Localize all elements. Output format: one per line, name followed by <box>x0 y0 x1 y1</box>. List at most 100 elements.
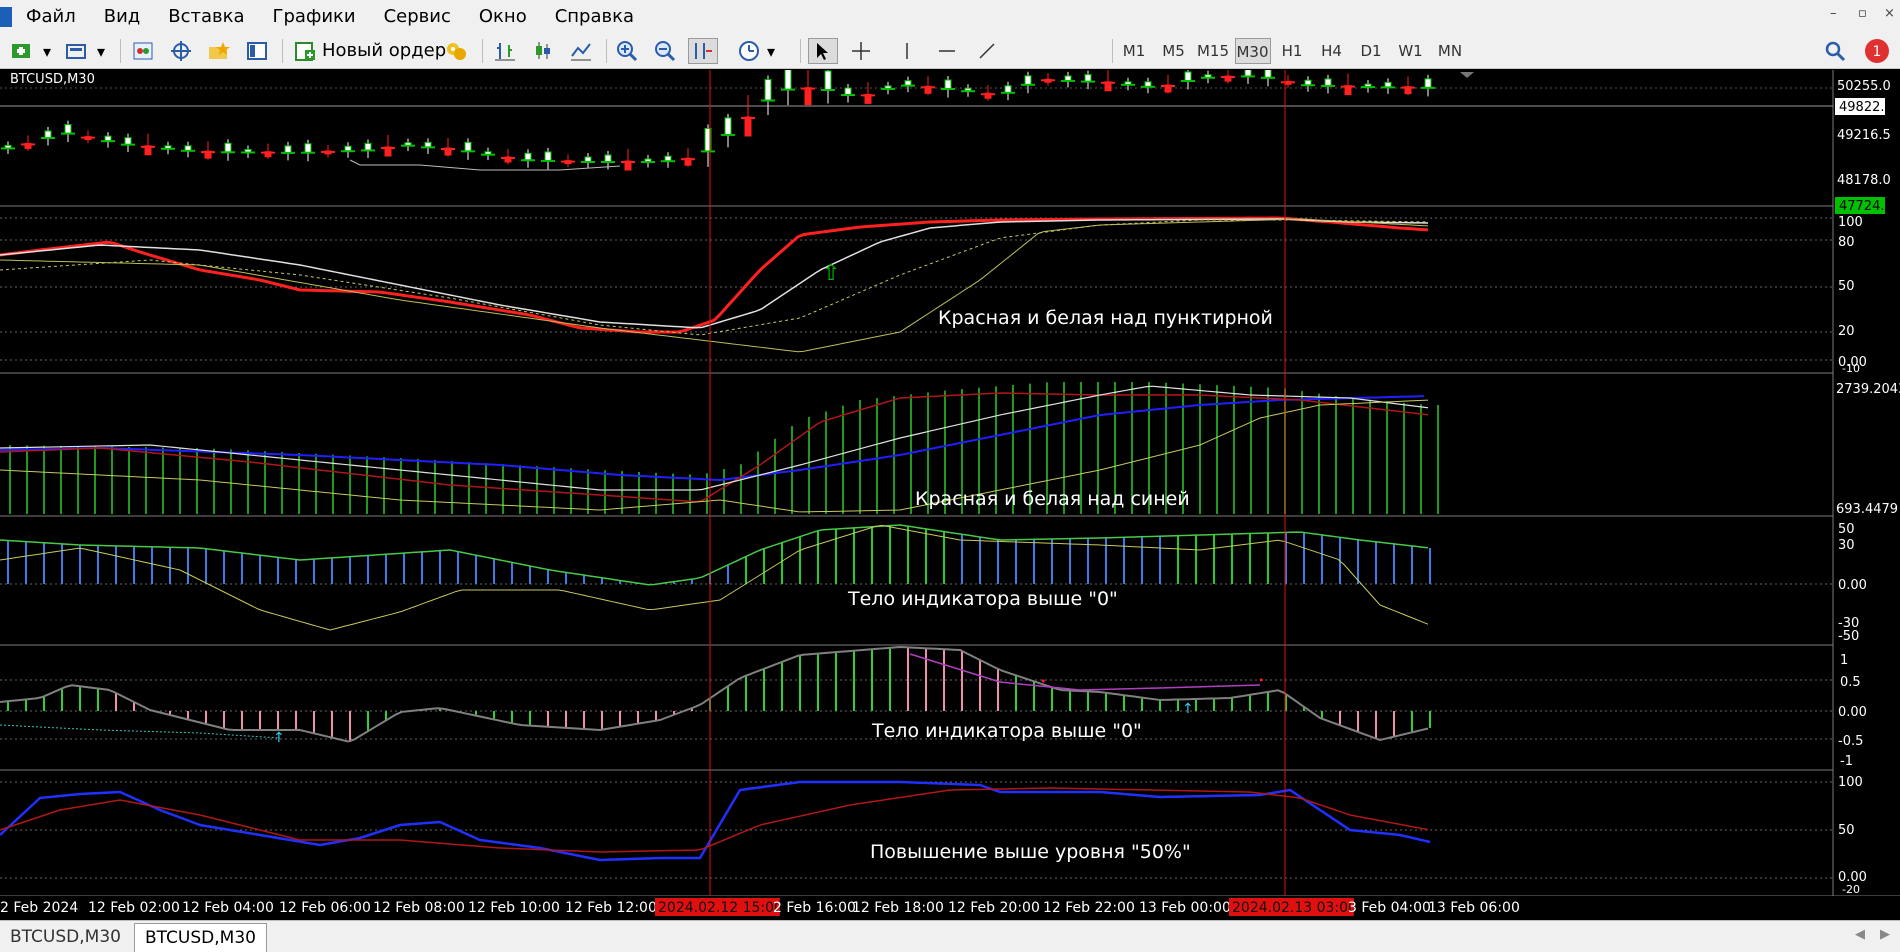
price-label: 48178.0 <box>1837 173 1891 188</box>
time-label: 2 Feb 2024 <box>0 900 78 916</box>
close-button[interactable]: × <box>1884 6 1895 21</box>
timeframe-mn[interactable]: MN <box>1432 38 1468 64</box>
chevron-down-icon[interactable]: ▾ <box>764 38 778 64</box>
chart-tab-active[interactable]: BTCUSD,M30 <box>134 923 267 952</box>
time-label: 12 Feb 06:00 <box>279 900 371 916</box>
candle-body <box>224 142 232 153</box>
ma-line <box>349 159 621 171</box>
zoom-in-icon[interactable] <box>612 38 642 64</box>
candle-body <box>284 145 292 154</box>
level-label: 80 <box>1838 235 1855 250</box>
chart-canvas[interactable]: ⇧ • • ↑ ↑ BTCUSD,M30 50255.0 49822.6 49216.… <box>0 62 1900 905</box>
candle-body <box>364 142 372 151</box>
stoch-annotation: Красная и белая над пунктирной <box>938 307 1273 329</box>
level-label: -1 <box>1840 754 1853 769</box>
timeframe-d1[interactable]: D1 <box>1353 38 1389 64</box>
menu-item[interactable]: Графики <box>259 0 370 34</box>
horizontal-line-icon[interactable] <box>932 38 962 64</box>
candle-body <box>304 143 312 154</box>
bar-chart-icon[interactable] <box>490 38 520 64</box>
candle-body <box>124 137 132 146</box>
timeframe-m15[interactable]: M15 <box>1195 38 1231 64</box>
timeframe-m1[interactable]: M1 <box>1116 38 1152 64</box>
chevron-down-icon[interactable]: ▾ <box>94 38 108 64</box>
price-label: 50255.0 <box>1837 79 1891 94</box>
candle-body <box>464 141 472 152</box>
market-watch-icon[interactable] <box>128 38 158 64</box>
restore-button[interactable]: ▫ <box>1858 6 1867 21</box>
level-label: 30 <box>1838 538 1855 553</box>
oscillator-annotation: Тело индикатора выше "0" <box>871 720 1142 742</box>
menu-item[interactable]: Сервис <box>370 0 465 34</box>
candle-body <box>44 130 52 139</box>
crosshair-icon[interactable] <box>846 38 876 64</box>
level-label: 20 <box>1838 324 1855 339</box>
time-label: 2 Feb 16:00 <box>773 900 856 916</box>
chart-tab[interactable]: BTCUSD,M30 <box>0 923 131 951</box>
app-icon[interactable] <box>0 7 12 27</box>
new-chart-icon[interactable] <box>6 38 40 64</box>
oscillator-line <box>0 645 1429 743</box>
level-label: -20 <box>1842 883 1860 896</box>
candle-body <box>724 117 732 136</box>
candlestick-icon[interactable] <box>528 38 558 64</box>
time-axis: 2 Feb 2024 12 Feb 02:00 12 Feb 04:00 12 Feb… <box>0 896 1900 920</box>
timeframe-m30[interactable]: M30 <box>1234 38 1271 64</box>
menu-bar: Файл Вид Вставка Графики Сервис Окно Справка <box>0 0 1900 34</box>
chevron-down-icon[interactable]: ▾ <box>40 38 54 64</box>
macd-annotation: Красная и белая над синей <box>915 488 1190 510</box>
cursor-icon[interactable] <box>808 38 838 64</box>
trendline-icon[interactable] <box>972 38 1002 64</box>
time-label: 2024.02.13 03:00 <box>1232 900 1357 916</box>
vertical-line-icon[interactable] <box>892 38 922 64</box>
line-chart-icon[interactable] <box>566 38 596 64</box>
folder-star-icon[interactable] <box>204 38 234 64</box>
zoom-out-icon[interactable] <box>650 38 680 64</box>
menu-item[interactable]: Вид <box>90 0 155 34</box>
time-label: 13 Feb 06:00 <box>1428 900 1520 916</box>
candle-body <box>1024 75 1032 86</box>
terminal-icon[interactable] <box>242 38 272 64</box>
rsi-annotation: Повышение выше уровня "50%" <box>870 841 1191 863</box>
level-label: 0.5 <box>1840 675 1861 690</box>
notification-icon[interactable]: 1 <box>1862 38 1892 64</box>
rsi-pane <box>0 780 1833 879</box>
menu-item[interactable]: Файл <box>12 0 90 34</box>
candle-body <box>1004 85 1012 94</box>
candle-body <box>1084 74 1092 83</box>
level-label: 100 <box>1838 775 1863 790</box>
time-label: 2024.02.12 15:00 <box>658 900 783 916</box>
crosshair-nav-icon[interactable] <box>166 38 196 64</box>
level-label: -10 <box>1842 362 1860 375</box>
level-label: 0.00 <box>1838 578 1867 593</box>
minimize-button[interactable]: – <box>1830 6 1837 21</box>
scroll-right-icon[interactable]: ▶ <box>1880 927 1890 942</box>
level-label: 50 <box>1838 522 1855 537</box>
chart-shift-icon[interactable] <box>688 38 718 64</box>
time-label: 12 Feb 10:00 <box>468 900 560 916</box>
candle-body <box>824 70 832 91</box>
menu-item[interactable]: Вставка <box>154 0 258 34</box>
menu-item[interactable]: Справка <box>541 0 648 34</box>
new-order-button[interactable]: Новый ордер <box>292 38 446 64</box>
signal-arrow: ↑ <box>1182 701 1194 717</box>
chart-area[interactable]: ⇧ • • ↑ ↑ BTCUSD,M30 50255.0 49822.6 49216.… <box>0 62 1900 905</box>
scroll-left-icon[interactable]: ◀ <box>1855 927 1865 942</box>
time-label: 13 Feb 00:00 <box>1139 900 1231 916</box>
candle-body <box>784 66 792 91</box>
clock-icon[interactable] <box>734 38 764 64</box>
timeframe-w1[interactable]: W1 <box>1393 38 1429 64</box>
time-label: 12 Feb 22:00 <box>1043 900 1135 916</box>
candle-body <box>764 79 772 101</box>
timeframe-h4[interactable]: H4 <box>1314 38 1350 64</box>
timeframe-m5[interactable]: M5 <box>1156 38 1192 64</box>
search-icon[interactable] <box>1820 38 1850 64</box>
notification-count: 1 <box>1873 44 1882 60</box>
level-label: -50 <box>1838 629 1859 644</box>
candle-body <box>524 152 532 161</box>
expert-advisors-icon[interactable] <box>442 38 472 64</box>
candle-body <box>744 116 752 137</box>
profiles-icon[interactable] <box>60 38 94 64</box>
menu-item[interactable]: Окно <box>465 0 541 34</box>
timeframe-h1[interactable]: H1 <box>1274 38 1310 64</box>
